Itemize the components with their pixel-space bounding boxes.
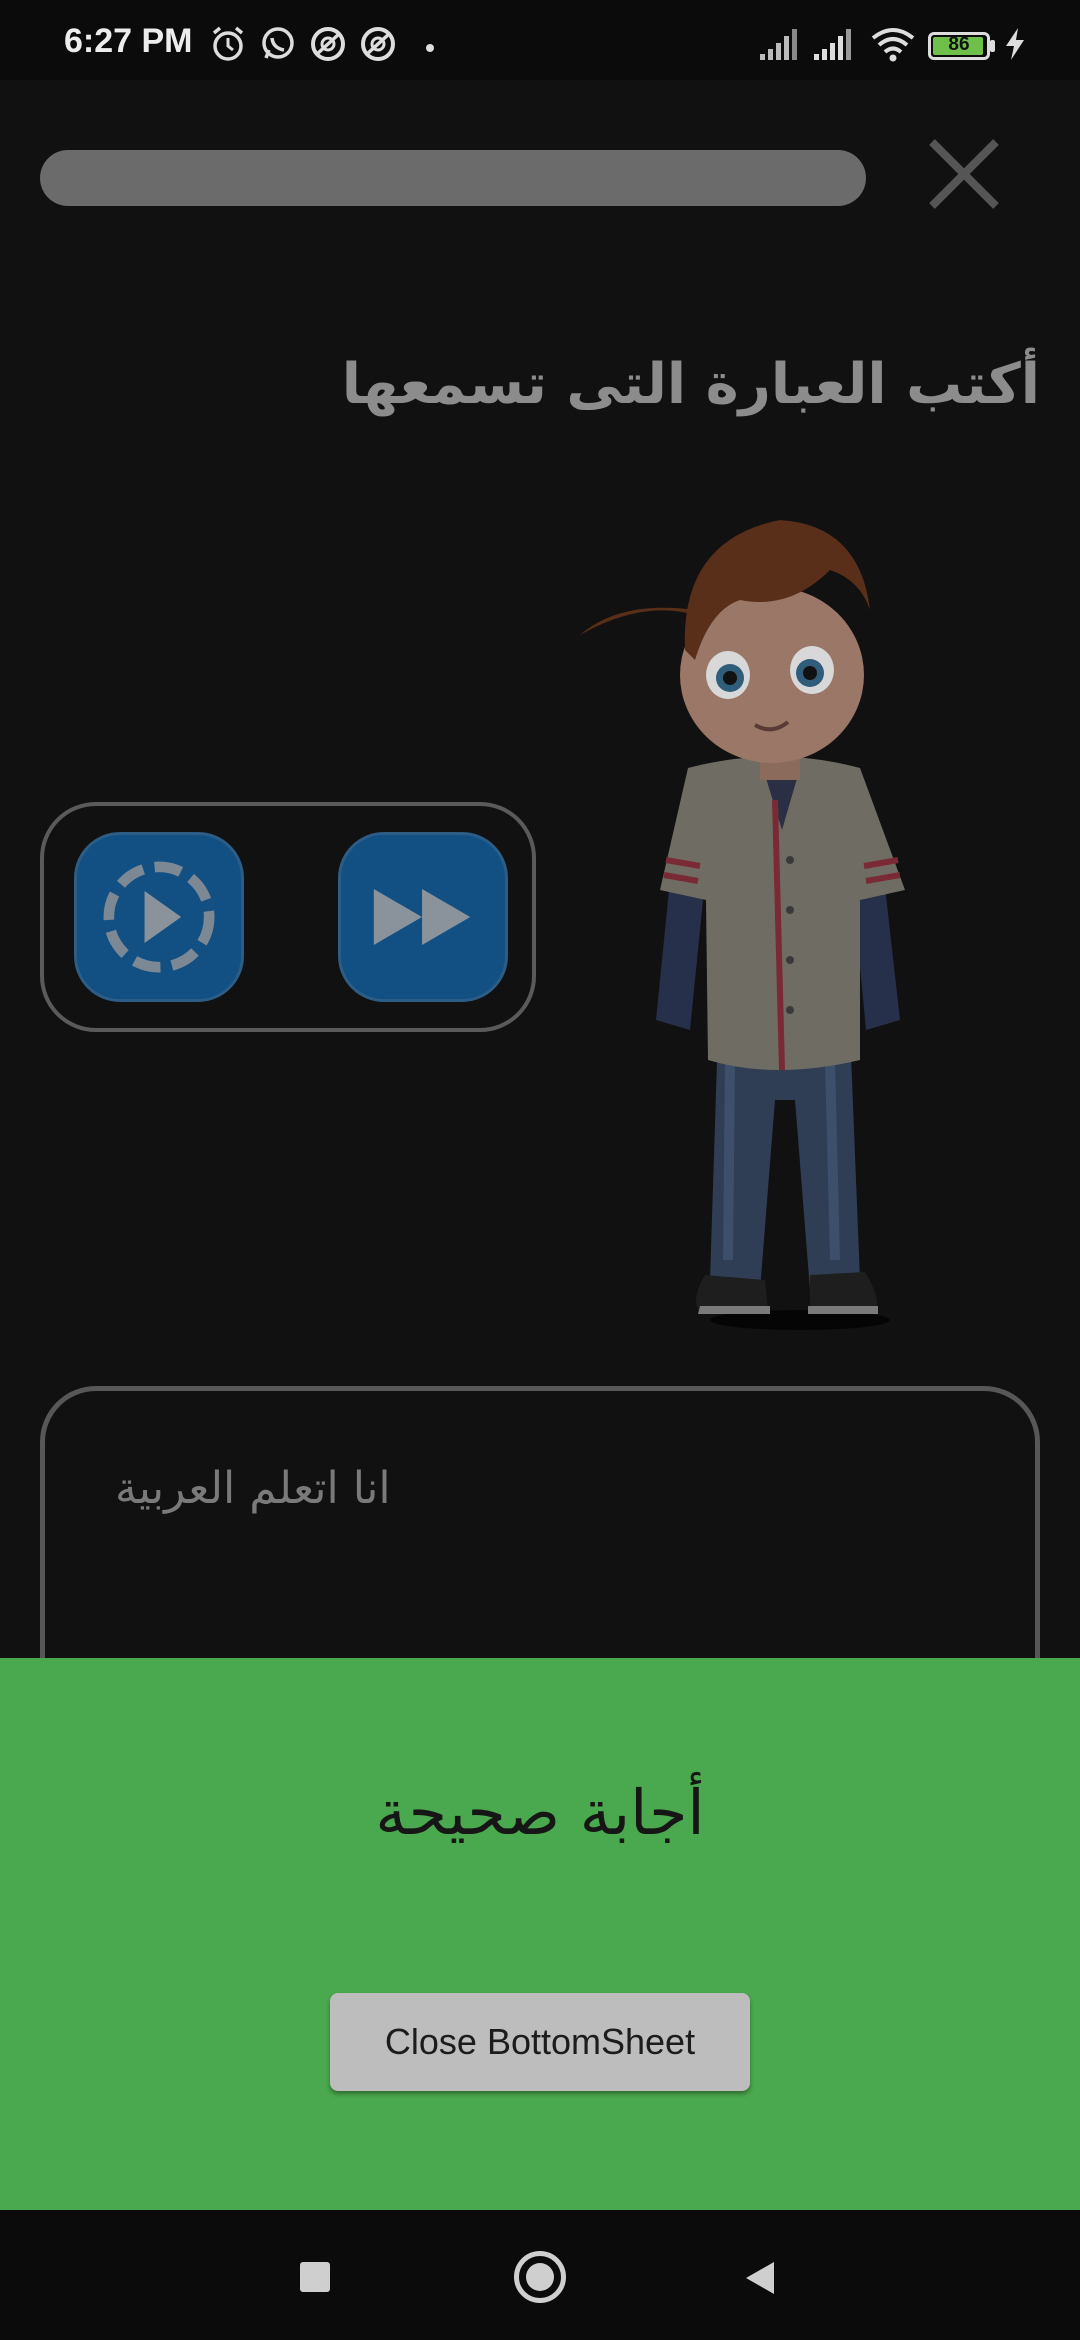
fast-forward-button[interactable] [338,832,508,1002]
cartoon-boy-illustration [580,520,905,1330]
dot-icon [426,44,434,52]
close-icon[interactable] [916,126,1012,222]
close-bottomsheet-button[interactable]: Close BottomSheet [330,1993,750,2091]
home-circle-icon[interactable] [514,2251,566,2303]
signal-icon [760,29,797,60]
app-notification-icon [361,27,395,61]
battery-tip [990,40,995,52]
status-time: 6:27 PM [64,22,193,60]
result-title: أجابة صحيحة [375,1776,705,1849]
charging-icon [1006,28,1024,60]
battery-level: 86 [948,34,970,55]
recents-square-icon[interactable] [300,2262,330,2292]
whatsapp-icon [262,27,294,59]
app-notification-icon [311,27,345,61]
signal-icon [814,29,851,60]
result-bottom-sheet: أجابة صحيحة Close BottomSheet [0,1658,1080,2210]
battery-icon: 86 [928,32,990,60]
wifi-icon [871,28,915,62]
status-bar: 6:27 PM 86 [0,0,1080,80]
prompt-title: أكتب العبارة التى تسمعها [341,352,1040,417]
lesson-progress-bar [40,150,866,206]
slow-play-button[interactable] [74,832,244,1002]
audio-controls-panel [40,802,536,1032]
alarm-icon [212,26,244,61]
navigation-bar [0,2210,1080,2340]
answer-input-value: انا اتعلم العربية [115,1463,391,1514]
slow-play-icon [103,861,215,973]
back-triangle-icon[interactable] [740,2258,780,2298]
fast-forward-icon [373,889,471,945]
